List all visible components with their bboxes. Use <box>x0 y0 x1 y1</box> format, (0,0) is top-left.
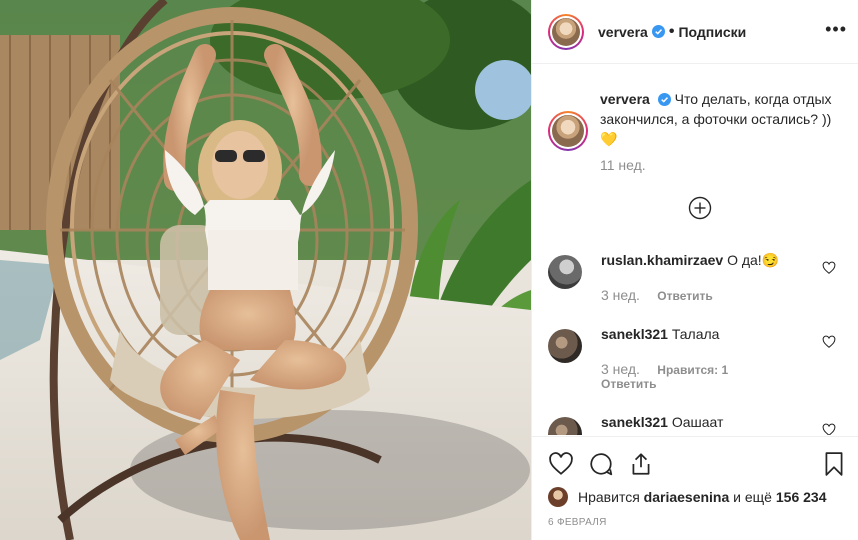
plus-circle-icon[interactable] <box>688 196 712 220</box>
separator-dot: • <box>668 22 675 40</box>
following-button[interactable]: Подписки <box>678 24 746 40</box>
post-actions: Нравится dariaesenina и ещё 156 234 6 ФЕ… <box>532 436 858 540</box>
comment-body: Оашаат <box>671 414 724 430</box>
bookmark-icon[interactable] <box>821 451 847 477</box>
likes-summary[interactable]: Нравится dariaesenina и ещё 156 234 <box>548 487 826 507</box>
post-photo[interactable] <box>0 0 531 540</box>
commenter-username[interactable]: sanekl321 <box>601 326 668 342</box>
commenter-avatar[interactable] <box>548 329 582 363</box>
comment-item: ruslan.khamirzaev О да!😏 3 нед. Ответить <box>548 251 848 303</box>
caption-age: 11 нед. <box>600 157 646 173</box>
comment-likes-count[interactable]: Нравится: 1 <box>657 363 728 377</box>
comment-item: sanekl321 Оашаат <box>548 413 848 435</box>
post-side-panel: ververa • Подписки ••• ververa Что делат… <box>531 0 858 540</box>
comment-body: Талала <box>671 326 720 342</box>
comment-body: О да! <box>727 252 762 268</box>
share-icon[interactable] <box>628 451 654 477</box>
comment-text: ruslan.khamirzaev О да!😏 <box>601 251 816 269</box>
comment-meta: 3 нед. Ответить <box>601 287 713 303</box>
reply-button[interactable]: Ответить <box>657 289 712 303</box>
commenter-username[interactable]: ruslan.khamirzaev <box>601 252 723 268</box>
comment-icon[interactable] <box>588 451 614 477</box>
comment-meta: Ответить <box>601 377 656 391</box>
reply-button[interactable]: Ответить <box>601 377 656 391</box>
comments-list[interactable]: ververa Что делать, когда отдых закончил… <box>532 65 858 435</box>
liker-username[interactable]: dariaesenina <box>644 489 730 505</box>
yellow-heart-emoji: 💛 <box>600 131 618 147</box>
commenter-avatar[interactable] <box>548 255 582 289</box>
comment-like-icon[interactable] <box>822 335 836 349</box>
caption-author-avatar[interactable] <box>548 111 588 151</box>
comment-item: sanekl321 Талала 3 нед. Нравится: 1 Отве… <box>548 325 848 391</box>
commenter-username[interactable]: sanekl321 <box>601 414 668 430</box>
comment-age: 3 нед. <box>601 287 640 303</box>
caption-username[interactable]: ververa <box>600 91 650 107</box>
photo-illustration <box>0 0 531 540</box>
likes-prefix: Нравится <box>578 489 640 505</box>
smirk-emoji: 😏 <box>761 252 780 268</box>
comment-like-icon[interactable] <box>822 423 836 435</box>
post-header: ververa • Подписки ••• <box>532 0 858 64</box>
comment-age: 3 нед. <box>601 361 640 377</box>
liker-avatar <box>548 487 568 507</box>
commenter-avatar[interactable] <box>548 417 582 435</box>
more-options-icon[interactable]: ••• <box>825 20 847 38</box>
verified-badge-icon <box>657 93 671 106</box>
comment-like-icon[interactable] <box>822 261 836 275</box>
author-avatar[interactable] <box>548 13 584 50</box>
post-date: 6 ФЕВРАЛЯ <box>548 517 607 528</box>
comment-text: sanekl321 Оашаат <box>601 413 816 431</box>
verified-badge-icon <box>651 25 665 38</box>
heart-icon[interactable] <box>548 451 574 477</box>
comment-meta: 3 нед. Нравится: 1 <box>601 361 728 377</box>
author-username[interactable]: ververa <box>598 24 648 40</box>
likes-count[interactable]: 156 234 <box>776 489 827 505</box>
likes-middle: и ещё <box>733 489 772 505</box>
comment-text: sanekl321 Талала <box>601 325 816 343</box>
caption-text: ververa Что делать, когда отдых закончил… <box>600 89 845 149</box>
